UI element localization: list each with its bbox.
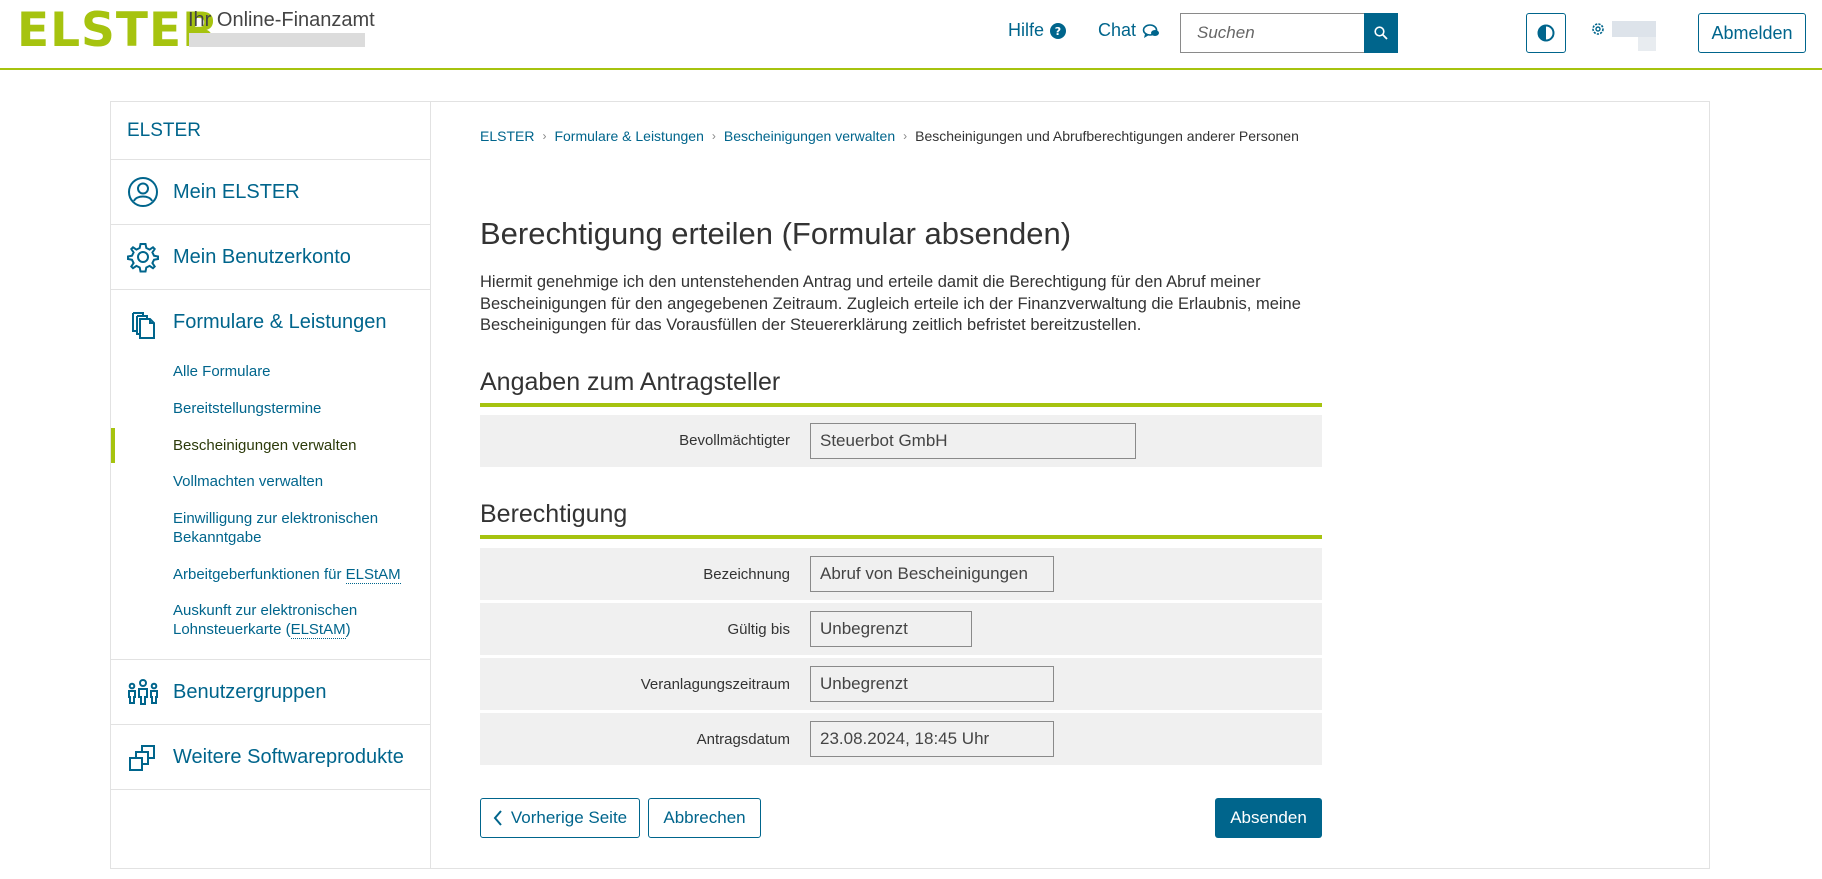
field-label: Antragsdatum: [696, 731, 790, 748]
breadcrumb-link-bescheinigungen[interactable]: Bescheinigungen verwalten: [724, 128, 895, 144]
button-label: Vorherige Seite: [510, 808, 628, 827]
sidebar-item-label: Benutzergruppen: [173, 680, 327, 703]
user-circle-icon: [127, 176, 159, 208]
breadcrumb-current: Bescheinigungen und Abrufberechtigungen …: [915, 128, 1299, 144]
sidebar-subitem-vollmachten-verwalten[interactable]: Vollmachten verwalten: [111, 472, 430, 491]
chat-link[interactable]: Chat: [1098, 20, 1160, 41]
form-row-bevollmaechtigter: Bevollmächtigter Steuerbot GmbH: [480, 415, 1322, 467]
user-name-redacted: [189, 33, 365, 47]
gear-icon: [127, 241, 159, 273]
sidebar-subitem-alle-formulare[interactable]: Alle Formulare: [111, 362, 430, 381]
help-icon: ?: [1050, 22, 1067, 39]
user-group-icon: [127, 676, 159, 708]
tagline: Ihr Online-Finanzamt: [188, 9, 375, 31]
intro-text: Hiermit genehmige ich den untenstehenden…: [480, 273, 1301, 334]
sidebar-nav: ELSTER Mein ELSTER Mein Benutzerkonto Fo…: [111, 102, 431, 868]
help-label: Hilfe: [1008, 20, 1045, 40]
field-label: Bezeichnung: [703, 566, 790, 583]
sidebar-item-label: Mein Benutzerkonto: [173, 245, 351, 268]
field-label: Veranlagungszeitraum: [640, 676, 790, 693]
breadcrumb-link-formulare[interactable]: Formulare & Leistungen: [554, 128, 703, 144]
documents-icon: [127, 307, 159, 339]
sidebar-item-label: Weitere Softwareprodukte: [173, 745, 404, 768]
section-heading-antragsteller: Angaben zum Antragsteller: [480, 368, 1322, 407]
section-heading-berechtigung: Berechtigung: [480, 500, 1322, 539]
chat-bubble-icon: [1142, 23, 1160, 38]
form-row-gueltig-bis: Gültig bis Unbegrenzt: [480, 603, 1322, 655]
search-icon: [1374, 26, 1388, 40]
form-row-bezeichnung: Bezeichnung Abruf von Bescheinigungen: [480, 548, 1322, 600]
search-button[interactable]: [1364, 13, 1398, 53]
elstam-abbreviation: ELStAM: [345, 566, 401, 584]
breadcrumb-link-elster[interactable]: ELSTER: [480, 128, 534, 144]
sidebar-subitem-arbeitgeberfunktionen[interactable]: Arbeitgeberfunktionen für ELStAM: [111, 565, 430, 584]
sidebar-section-formulare: Formulare & Leistungen Alle Formulare Be…: [111, 290, 430, 660]
sidebar-subitem-bescheinigungen-verwalten[interactable]: Bescheinigungen verwalten: [111, 428, 430, 463]
breadcrumb: ELSTER › Formulare & Leistungen › Besche…: [480, 128, 1299, 144]
logout-button[interactable]: Abmelden: [1698, 13, 1806, 53]
field-value-bezeichnung: Abruf von Bescheinigungen: [810, 556, 1054, 592]
sidebar-title[interactable]: ELSTER: [111, 102, 430, 160]
form-row-antragsdatum: Antragsdatum 23.08.2024, 18:45 Uhr: [480, 713, 1322, 765]
page-title: Berechtigung erteilen (Formular absenden…: [480, 216, 1072, 251]
settings-label-redacted: [1612, 21, 1656, 37]
top-header: ELSTER Ihr Online-Finanzamt Hilfe ? Chat…: [0, 0, 1822, 70]
field-value-bevollmaechtigter: Steuerbot GmbH: [810, 423, 1136, 459]
sidebar-item-benutzerkonto[interactable]: Mein Benutzerkonto: [111, 225, 430, 290]
previous-page-button[interactable]: Vorherige Seite: [480, 798, 640, 838]
field-value-gueltig-bis: Unbegrenzt: [810, 611, 972, 647]
chat-label: Chat: [1098, 20, 1137, 40]
field-value-antragsdatum: 23.08.2024, 18:45 Uhr: [810, 721, 1054, 757]
sidebar-subitem-einwilligung[interactable]: Einwilligung zur elektronischen Bekanntg…: [111, 509, 430, 547]
svg-text:?: ?: [1055, 25, 1061, 38]
sidebar-subitem-text: Arbeitgeberfunktionen für: [173, 566, 346, 583]
sidebar-subitem-bereitstellungstermine[interactable]: Bereitstellungstermine: [111, 399, 430, 418]
chevron-right-icon: ›: [711, 129, 716, 143]
sidebar-item-mein-elster[interactable]: Mein ELSTER: [111, 160, 430, 225]
field-value-veranlagungszeitraum: Unbegrenzt: [810, 666, 1054, 702]
sidebar-subitem-auskunft-lohnsteuerkarte[interactable]: Auskunft zur elektronischen Lohnsteuerka…: [111, 601, 430, 639]
main-frame: ELSTER Mein ELSTER Mein Benutzerkonto Fo…: [110, 101, 1710, 869]
sidebar-item-label: Formulare & Leistungen: [173, 311, 387, 333]
sidebar-item-formulare[interactable]: Formulare & Leistungen: [111, 290, 430, 355]
chevron-right-icon: ›: [903, 129, 908, 143]
search-input[interactable]: [1180, 13, 1364, 53]
sidebar-submenu: Alle Formulare Bereitstellungstermine Be…: [111, 362, 430, 659]
contrast-toggle-button[interactable]: [1526, 13, 1566, 53]
form-row-veranlagungszeitraum: Veranlagungszeitraum Unbegrenzt: [480, 658, 1322, 710]
settings-sub-redacted: [1638, 37, 1656, 51]
submit-button[interactable]: Absenden: [1215, 798, 1322, 838]
sidebar-item-label: Mein ELSTER: [173, 180, 300, 203]
sidebar-item-weitere-softwareprodukte[interactable]: Weitere Softwareprodukte: [111, 725, 430, 790]
sidebar-item-benutzergruppen[interactable]: Benutzergruppen: [111, 660, 430, 725]
field-label: Bevollmächtigter: [679, 432, 790, 449]
gear-icon: [1592, 23, 1604, 35]
field-label: Gültig bis: [727, 621, 790, 638]
chevron-right-icon: ›: [542, 129, 547, 143]
sidebar-subitem-text: ): [345, 621, 351, 638]
help-link[interactable]: Hilfe ?: [1008, 20, 1067, 41]
settings-menu[interactable]: [1590, 21, 1656, 37]
elstam-abbreviation: ELStAM: [290, 621, 346, 639]
cancel-button[interactable]: Abbrechen: [648, 798, 761, 838]
software-icon: [127, 741, 159, 773]
chevron-left-icon: [493, 810, 502, 826]
contrast-icon: [1537, 24, 1555, 42]
